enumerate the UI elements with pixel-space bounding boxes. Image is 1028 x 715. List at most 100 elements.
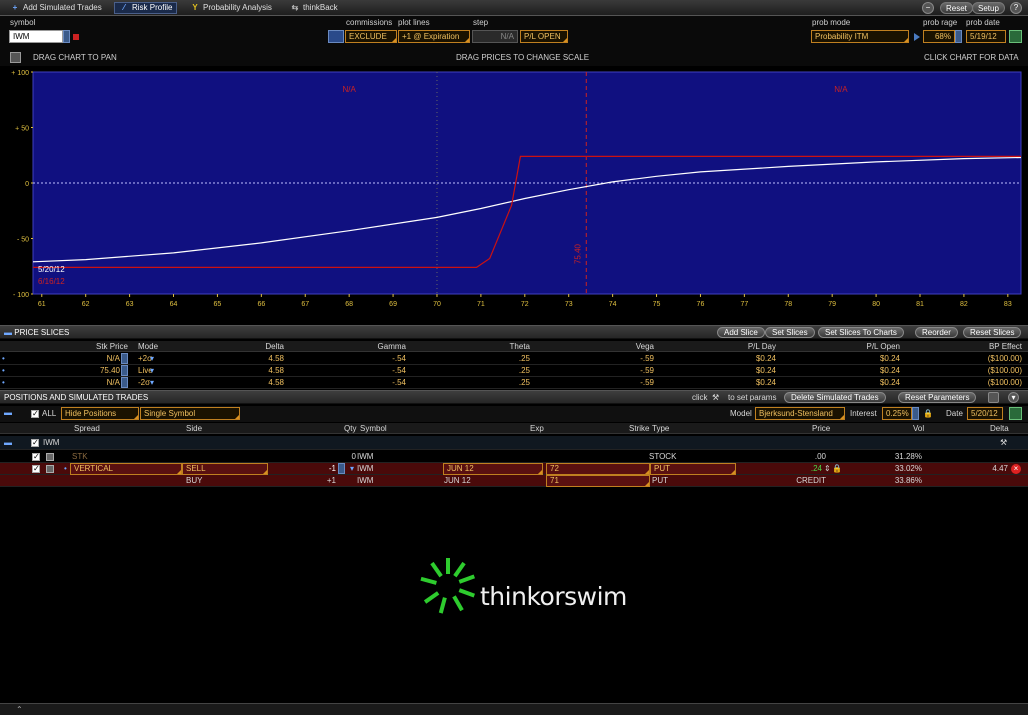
collapse-all-icon[interactable]: ▬ <box>4 407 12 418</box>
symbol-input[interactable]: IWM <box>9 30 63 43</box>
slice-pl-day: $0.24 <box>755 366 776 375</box>
reset-slices-button[interactable]: Reset Slices <box>963 327 1022 338</box>
interest-input[interactable]: 0.25% <box>882 407 912 420</box>
reset-button[interactable]: Reset <box>940 2 973 14</box>
slice-price-stepper[interactable] <box>121 365 128 376</box>
tab-add-simulated-trades[interactable]: + Add Simulated Trades <box>6 2 106 14</box>
x-tick-label: 70 <box>433 301 441 308</box>
symbol-dropdown-icon[interactable] <box>63 30 70 43</box>
prob-mode-select[interactable]: Probability ITM <box>811 30 909 43</box>
leg2-strike-select[interactable]: 71 <box>546 475 650 487</box>
step-input[interactable]: N/A <box>472 30 518 43</box>
leg1-qty-dropdown-icon[interactable]: ▾ <box>350 463 354 474</box>
slice-stk-price[interactable]: N/A <box>60 377 120 388</box>
expand-icon[interactable]: ⌃ <box>16 704 23 715</box>
date-input[interactable]: 5/20/12 <box>967 407 1003 420</box>
collapse-icon[interactable]: ▬ <box>4 328 12 337</box>
symbol-group-row[interactable]: ▬ IWM ⚒ <box>0 436 1028 450</box>
help-icon[interactable]: ? <box>1010 2 1022 14</box>
slice-mode-dropdown-icon[interactable]: ▾ <box>150 365 154 376</box>
slice-pl-day: $0.24 <box>755 354 776 363</box>
remove-trade-icon[interactable]: × <box>1011 464 1021 474</box>
col-pl-day: P/L Day <box>747 342 776 351</box>
tab-thinkback[interactable]: ⇆ thinkBack <box>286 2 342 14</box>
leg1-strike-select[interactable]: 72 <box>546 463 650 475</box>
all-checkbox[interactable] <box>31 409 39 418</box>
slice-price-stepper[interactable] <box>121 353 128 364</box>
leg1-qty[interactable]: -1 <box>316 463 336 474</box>
slice-bullet-icon: • <box>2 354 5 363</box>
stk-checkbox[interactable] <box>32 452 40 461</box>
slice-mode-dropdown-icon[interactable]: ▾ <box>150 377 154 388</box>
lock-icon[interactable]: 🔒 <box>923 408 933 419</box>
x-tick-label: 80 <box>872 301 880 308</box>
slice-theta: .25 <box>518 354 530 363</box>
table-row[interactable]: STK 0 IWM STOCK .00 31.28% <box>0 451 1028 463</box>
group-collapse-icon[interactable]: ▬ <box>4 437 12 448</box>
risk-profile-icon: ⁄ <box>123 3 125 12</box>
col-exp: Exp <box>530 424 544 433</box>
leg1-exp-select[interactable]: JUN 12 <box>443 463 543 475</box>
prob-date-input[interactable]: 5/19/12 <box>966 30 1006 43</box>
table-row[interactable]: BUY +1 IWM JUN 12 71 PUT CREDIT 33.86% <box>0 475 1028 487</box>
hide-positions-select[interactable]: Hide Positions <box>61 407 139 420</box>
slice-price-stepper[interactable] <box>121 377 128 388</box>
list-item[interactable]: • N/A -2σ ▾ 4.58 -.54 .25 -.59 $0.24 $0.24 ($100.0… <box>0 377 1028 389</box>
leg1-price-stepper-icon[interactable]: ⇕ <box>824 463 831 474</box>
leg1-lock-icon[interactable]: 🔒 <box>832 463 842 474</box>
prob-range-stepper[interactable] <box>955 30 962 43</box>
grid-icon[interactable] <box>328 30 344 43</box>
leg1-checkbox[interactable] <box>32 464 40 473</box>
leg1-type-select[interactable]: PUT <box>650 463 736 475</box>
leg1-side-select[interactable]: SELL <box>182 463 268 475</box>
table-row[interactable]: • VERTICAL SELL -1 ▾ IWM JUN 12 72 PUT .… <box>0 463 1028 475</box>
interest-stepper[interactable] <box>912 407 919 420</box>
reorder-button[interactable]: Reorder <box>915 327 958 338</box>
x-tick-label: 74 <box>609 301 617 308</box>
list-item[interactable]: • N/A +2σ ▾ 4.58 -.54.25 -.59 $0.24 $0.24 ($100.0… <box>0 353 1028 365</box>
drag-to-pan-hint: DRAG CHART TO PAN <box>33 53 117 62</box>
plot-lines-select[interactable]: +1 @ Expiration <box>398 30 470 43</box>
slice-stk-price[interactable]: 75.40 <box>60 365 120 376</box>
risk-profile-chart[interactable]: + 100 + 50 0 - 50 - 100 61 62 63 64 65 66 67 68 69 70 7… <box>0 66 1028 324</box>
minimize-icon[interactable]: − <box>922 2 934 14</box>
leg1-price[interactable]: .24 <box>800 463 822 474</box>
plus-icon: + <box>12 3 18 12</box>
chart-settings-icon[interactable] <box>10 52 21 63</box>
slice-mode-dropdown-icon[interactable]: ▾ <box>150 353 154 364</box>
thinkback-icon: ⇆ <box>291 3 299 12</box>
export-icon[interactable] <box>988 392 999 403</box>
col-symbol: Symbol <box>360 424 387 433</box>
leg1-spread-select[interactable]: VERTICAL <box>70 463 182 475</box>
set-slices-to-charts-button[interactable]: Set Slices To Charts <box>818 327 904 338</box>
list-item[interactable]: • 75.40 Live ▾ 4.58 -.54.25 -.59 $0.24 $0.24 ($10… <box>0 365 1028 377</box>
leg1-qty-stepper[interactable] <box>338 463 345 474</box>
reset-parameters-button[interactable]: Reset Parameters <box>898 392 977 403</box>
slice-delta: 4.58 <box>268 366 284 375</box>
delete-simulated-trades-button[interactable]: Delete Simulated Trades <box>784 392 886 403</box>
pl-open-select[interactable]: P/L OPEN <box>520 30 568 43</box>
single-symbol-select[interactable]: Single Symbol <box>140 407 240 420</box>
slice-stk-price[interactable]: N/A <box>60 353 120 364</box>
risk-profile-svg[interactable]: + 100 + 50 0 - 50 - 100 61 62 63 64 65 66 67 68 69 70 7… <box>0 66 1028 324</box>
x-tick-label: 65 <box>214 301 222 308</box>
date-calendar-icon[interactable] <box>1009 407 1022 420</box>
add-slice-button[interactable]: Add Slice <box>717 327 765 338</box>
slice-pl-open: $0.24 <box>879 366 900 375</box>
calendar-icon[interactable] <box>1009 30 1022 43</box>
commissions-select[interactable]: EXCLUDE <box>345 30 397 43</box>
play-icon[interactable] <box>914 33 920 41</box>
setup-button[interactable]: Setup <box>972 2 1005 14</box>
model-select[interactable]: Bjerksund-Stensland <box>755 407 845 420</box>
tab-probability-analysis[interactable]: Y Probability Analysis <box>186 2 276 14</box>
group-wrench-icon[interactable]: ⚒ <box>1000 437 1007 448</box>
prob-range-input[interactable]: 68% <box>923 30 955 43</box>
slice-pl-day: $0.24 <box>755 378 776 387</box>
chevron-down-icon[interactable]: ▾ <box>1008 392 1019 403</box>
stk-price: .00 <box>814 452 826 461</box>
group-checkbox[interactable] <box>31 438 39 447</box>
set-slices-button[interactable]: Set Slices <box>765 327 815 338</box>
tab-risk-profile[interactable]: ⁄ Risk Profile <box>114 2 178 14</box>
x-tick-label: 82 <box>960 301 968 308</box>
slice-theta: .25 <box>518 378 530 387</box>
